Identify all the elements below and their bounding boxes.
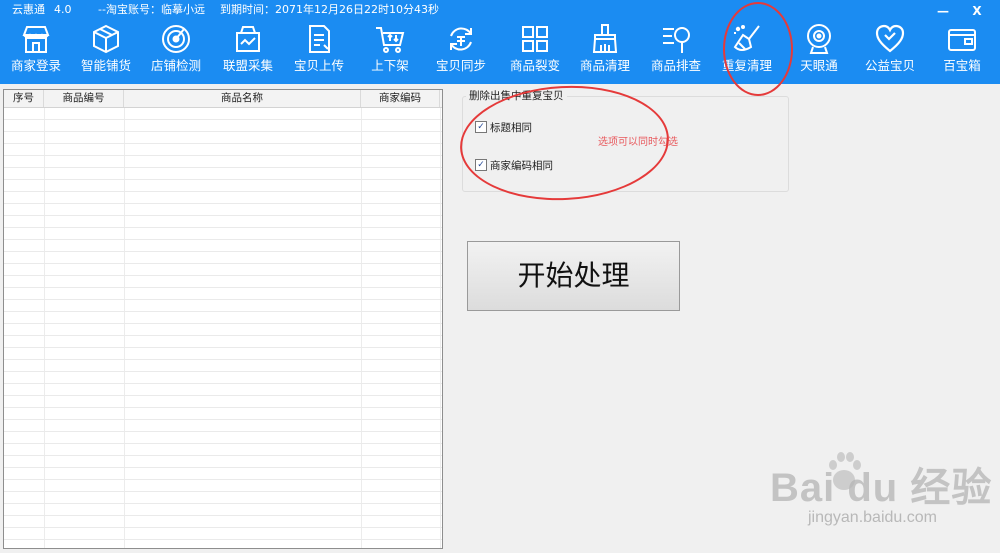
table-row xyxy=(4,324,442,336)
minimize-button[interactable]: — xyxy=(932,2,954,20)
table-row xyxy=(4,168,442,180)
table-row xyxy=(4,264,442,276)
heart-icon xyxy=(875,24,905,53)
table-row xyxy=(4,288,442,300)
table-row xyxy=(4,396,442,408)
column-header-merchant-code[interactable]: 商家编码 xyxy=(361,90,440,107)
camera-icon xyxy=(807,24,831,54)
table-row xyxy=(4,132,442,144)
toolbar-shop-check[interactable]: 店铺检测 xyxy=(141,20,211,80)
toolbar-alliance-collect[interactable]: 联盟采集 xyxy=(213,20,283,80)
table-row xyxy=(4,156,442,168)
table-row xyxy=(4,432,442,444)
expiry-label: 到期时间：2071年12月26日22时10分43秒 xyxy=(220,3,439,16)
table-row xyxy=(4,240,442,252)
table-row xyxy=(4,528,442,540)
brush-icon xyxy=(592,24,618,53)
table-row xyxy=(4,540,442,548)
toolbar-product-cleanup[interactable]: 商品清理 xyxy=(570,20,640,80)
table-row xyxy=(4,120,442,132)
table-row xyxy=(4,516,442,528)
cart-icon xyxy=(376,27,405,53)
table-row xyxy=(4,336,442,348)
sync-icon xyxy=(450,27,472,51)
table-row xyxy=(4,180,442,192)
toolbar-product-inspect[interactable]: 商品排查 xyxy=(641,20,711,80)
table-row xyxy=(4,444,442,456)
box-icon xyxy=(93,24,119,54)
table-row xyxy=(4,468,442,480)
table-row xyxy=(4,252,442,264)
watermark-url: jingyan.baidu.com xyxy=(808,509,937,526)
grid-icon xyxy=(522,26,548,52)
top-toolbar-bar: 云惠通 4.0 --淘宝账号：临摹小远 到期时间：2071年12月26日22时1… xyxy=(0,0,1000,84)
table-row xyxy=(4,192,442,204)
table-row xyxy=(4,372,442,384)
toolbar-sky-eye[interactable]: 天眼通 xyxy=(784,20,854,80)
table-row xyxy=(4,312,442,324)
main-toolbar: 商家登录 智能铺货 店铺检测 联盟采集 宝贝上传 上下架 宝贝同步 商品裂变 商… xyxy=(0,20,1000,80)
document-icon xyxy=(309,25,330,53)
watermark-brand: Bai du 经验 xyxy=(770,466,993,510)
toolbar-list-delist[interactable]: 上下架 xyxy=(355,20,425,80)
table-row xyxy=(4,276,442,288)
toolbar-item-upload[interactable]: 宝贝上传 xyxy=(284,20,354,80)
column-header-product-id[interactable]: 商品编号 xyxy=(44,90,124,107)
title-bar: 云惠通 4.0 --淘宝账号：临摹小远 到期时间：2071年12月26日22时1… xyxy=(0,0,1000,20)
table-header: 序号 商品编号 商品名称 商家编码 xyxy=(4,90,442,108)
start-process-button[interactable]: 开始处理 xyxy=(467,241,680,311)
table-row xyxy=(4,492,442,504)
app-name: 云惠通 xyxy=(12,3,45,16)
column-header-index[interactable]: 序号 xyxy=(4,90,44,107)
table-row xyxy=(4,504,442,516)
toolbar-label: 百宝箱 xyxy=(943,58,981,73)
toolbar-charity-item[interactable]: 公益宝贝 xyxy=(855,20,925,80)
table-row xyxy=(4,420,442,432)
table-body xyxy=(4,108,442,548)
column-header-product-name[interactable]: 商品名称 xyxy=(124,90,361,107)
table-row xyxy=(4,108,442,120)
toolbar-item-sync[interactable]: 宝贝同步 xyxy=(426,20,496,80)
table-row xyxy=(4,300,442,312)
table-row xyxy=(4,384,442,396)
table-row xyxy=(4,348,442,360)
table-row xyxy=(4,456,442,468)
table-row xyxy=(4,204,442,216)
table-row xyxy=(4,228,442,240)
table-row xyxy=(4,144,442,156)
account-label: --淘宝账号：临摹小远 xyxy=(98,3,205,16)
table-row xyxy=(4,360,442,372)
annotation-circle-toolbar xyxy=(723,2,793,96)
toolbar-treasure-box[interactable]: 百宝箱 xyxy=(927,20,997,80)
app-version: 4.0 xyxy=(54,3,72,16)
table-row xyxy=(4,408,442,420)
table-row xyxy=(4,480,442,492)
product-table[interactable]: 序号 商品编号 商品名称 商家编码 xyxy=(3,89,443,549)
close-button[interactable]: X xyxy=(966,2,988,20)
store-icon xyxy=(22,26,50,53)
wallet-icon xyxy=(948,29,976,51)
search-list-icon xyxy=(663,27,690,53)
table-row xyxy=(4,216,442,228)
basket-icon xyxy=(236,26,260,52)
radar-icon xyxy=(162,25,190,53)
